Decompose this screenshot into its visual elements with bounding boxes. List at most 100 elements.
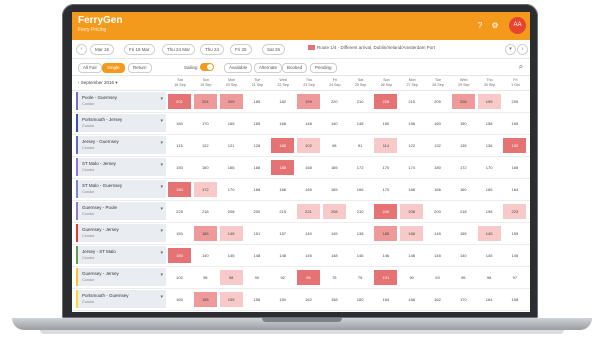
price-cell[interactable]: 102 [168,270,191,285]
price-cell[interactable]: 188 [271,160,295,175]
price-cell[interactable]: 158 [245,292,268,307]
price-cell[interactable]: 145 [503,248,526,263]
price-cell[interactable]: 150 [168,160,191,175]
price-cell[interactable]: 192 [503,138,527,153]
price-cell[interactable]: 150 [452,116,475,131]
month-selector[interactable]: ‹ September 2016 ▾ [78,79,162,87]
price-cell[interactable]: 146 [349,248,372,263]
price-cell[interactable]: 210 [349,204,372,219]
price-cell[interactable]: 221 [297,204,320,219]
route-label[interactable]: Jersey - Guernsey Condor ▾ [76,136,166,154]
fare-tab[interactable]: All Fair [78,63,103,73]
price-cell[interactable]: 158 [323,292,346,307]
settings-icon[interactable]: ⚙ [490,21,500,31]
price-cell[interactable]: 201 [168,94,191,109]
price-cell[interactable]: 150 [168,226,191,241]
price-cell[interactable]: 158 [193,292,217,307]
price-cell[interactable]: 148 [349,116,372,131]
date-filter-chip[interactable]: Thu 24 Mar [162,44,196,55]
price-cell[interactable]: 158 [478,116,501,131]
price-cell[interactable]: 158 [400,116,423,131]
price-cell[interactable]: 165 [220,116,243,131]
price-cell[interactable]: 96 [297,270,320,285]
date-filter-chip[interactable]: Mar 16 [90,44,115,55]
price-cell[interactable]: 168 [400,292,423,307]
chevron-down-icon[interactable]: ▾ [160,96,163,102]
price-cell[interactable]: 140 [297,226,320,241]
price-cell[interactable]: 225 [168,204,191,219]
price-cell[interactable]: 164 [503,182,526,197]
price-cell[interactable]: 136 [478,138,501,153]
price-cell[interactable]: 160 [452,182,475,197]
price-cell[interactable]: 132 [426,138,449,153]
price-cell[interactable]: 174 [400,160,423,175]
price-cell[interactable]: 155 [219,292,243,307]
price-cell[interactable]: 209 [219,94,243,109]
price-cell[interactable]: 170 [452,292,475,307]
status-filter-button[interactable]: Alternate [254,63,283,73]
price-cell[interactable]: 155 [452,226,475,241]
next-icon[interactable]: › [517,44,528,55]
price-cell[interactable]: 168 [400,182,423,197]
price-cell[interactable]: 114 [374,138,398,153]
price-cell[interactable]: 168 [245,160,268,175]
price-cell[interactable]: 157 [271,226,294,241]
price-cell[interactable]: 208 [400,204,424,219]
price-cell[interactable]: 166 [426,182,449,197]
price-cell[interactable]: 185 [271,138,295,153]
price-cell[interactable]: 218 [194,204,217,219]
back-icon[interactable]: ‹ [76,44,87,55]
price-cell[interactable]: 164 [478,292,501,307]
price-cell[interactable]: 180 [168,182,191,197]
price-cell[interactable]: 146 [374,248,397,263]
price-cell[interactable]: 165 [503,160,526,175]
price-cell[interactable]: 168 [271,116,294,131]
price-cell[interactable]: 138 [349,226,372,241]
price-cell[interactable]: 75 [323,270,346,285]
app-brand[interactable]: FerryGen Ferry Pricing [78,15,122,33]
chevron-down-icon[interactable]: ▾ [160,162,163,168]
price-cell[interactable]: 165 [503,116,526,131]
price-cell[interactable]: 135 [452,138,475,153]
chevron-down-icon[interactable]: ▾ [160,250,163,256]
price-cell[interactable]: 90 [245,270,268,285]
sailing-toggle[interactable] [200,63,214,71]
price-cell[interactable]: 210 [349,94,372,109]
price-cell[interactable]: 182 [271,94,294,109]
price-cell[interactable]: 200 [245,204,268,219]
fare-tab[interactable]: Single [102,63,125,73]
price-cell[interactable]: 145 [323,226,346,241]
price-cell[interactable]: 166 [349,182,372,197]
price-cell[interactable]: 168 [297,160,320,175]
price-cell[interactable]: 185 [245,94,268,109]
price-cell[interactable]: 170 [220,182,243,197]
route-label[interactable]: ST Malo - Jersey Condor ▾ [76,158,166,176]
chevron-down-icon[interactable]: ▾ [160,184,163,190]
price-cell[interactable]: 145 [426,248,449,263]
route-selector[interactable]: Route 1/4 · Different arrival, Dublin/Ir… [308,45,435,51]
price-cell[interactable]: 145 [426,226,449,241]
price-cell[interactable]: 102 [297,138,320,153]
price-cell[interactable]: 115 [168,138,191,153]
price-cell[interactable]: 95 [194,270,217,285]
price-cell[interactable]: 208 [220,204,243,219]
status-filter-button[interactable]: Available [224,63,253,73]
price-cell[interactable]: 228 [374,94,398,109]
price-cell[interactable]: 240 [374,204,398,219]
price-cell[interactable]: 172 [452,160,475,175]
price-cell[interactable]: 172 [193,182,217,197]
price-cell[interactable]: 93 [426,270,449,285]
route-label[interactable]: ST Malo - Guernsey Condor ▾ [76,180,166,198]
price-cell[interactable]: 150 [168,248,191,263]
chevron-down-icon[interactable]: ▾ [160,272,163,278]
price-cell[interactable]: 97 [503,270,526,285]
price-cell[interactable]: 90 [400,270,423,285]
price-cell[interactable]: 215 [400,94,423,109]
price-cell[interactable]: 165 [478,182,501,197]
price-cell[interactable]: 223 [503,204,527,219]
price-cell[interactable]: 209 [426,94,449,109]
price-cell[interactable]: 218 [452,204,475,219]
route-label[interactable]: Portsmouth - Guernsey Condor ▾ [76,290,166,308]
search-icon[interactable]: ⌕ [516,62,526,72]
price-cell[interactable]: 170 [194,116,217,131]
